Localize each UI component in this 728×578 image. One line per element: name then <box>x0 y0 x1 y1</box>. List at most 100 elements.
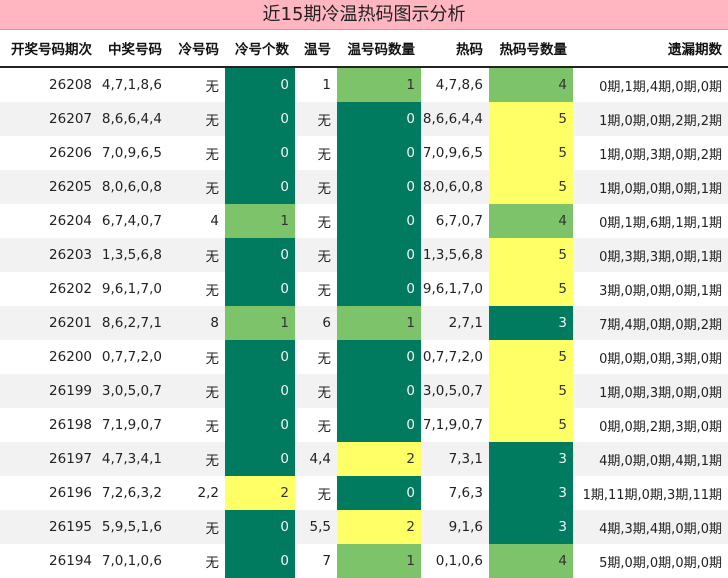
cell-warm-count: 0 <box>337 136 421 170</box>
cell-cold-count: 1 <box>225 306 295 340</box>
header-cold-count: 冷号个数 <box>225 30 295 68</box>
cell-missing-periods: 0期,1期,4期,0期,0期 <box>599 79 722 95</box>
cell-cold-count: 0 <box>225 442 295 476</box>
cell-warm-numbers: 无 <box>295 102 337 136</box>
cell-cold-count: 1 <box>225 204 295 238</box>
cell-warm-numbers: 5,5 <box>295 510 337 544</box>
cell-cold-count: 0 <box>225 510 295 544</box>
cell-hot-count: 5 <box>489 340 573 374</box>
cell-period: 26207 <box>0 102 98 136</box>
cell-hot-count: 3 <box>489 442 573 476</box>
cell-winning-numbers: 3,0,5,0,7 <box>98 374 168 408</box>
cell-period: 26208 <box>49 77 92 93</box>
cell-winning-numbers: 5,9,5,1,6 <box>98 510 168 544</box>
analysis-table: 开奖号码期次 中奖号码 冷号码 冷号个数 温号 温号码数量 热码 热码号数量 遗… <box>0 30 728 578</box>
cell-cold-count: 0 <box>225 102 295 136</box>
cell-warm-count: 0 <box>337 408 421 442</box>
cell-cold-count: 0 <box>225 544 295 578</box>
cell-missing-periods: 1期,0期,0期,2期,2期 <box>573 102 728 136</box>
cell-warm-numbers: 无 <box>317 283 332 299</box>
cell-cold-count: 0 <box>225 272 295 306</box>
cell-cold-count: 0 <box>225 136 295 170</box>
cell-warm-numbers: 无 <box>295 170 337 204</box>
cell-missing-periods: 7期,4期,0期,0期,2期 <box>573 306 728 340</box>
cell-hot-numbers: 6,7,0,7 <box>435 213 483 229</box>
cell-warm-count: 0 <box>337 374 421 408</box>
cell-warm-numbers: 无 <box>317 351 332 367</box>
cell-warm-numbers: 无 <box>317 215 332 231</box>
cell-cold-count: 2 <box>225 476 295 510</box>
cell-period: 26201 <box>0 306 98 340</box>
cell-warm-count: 2 <box>337 510 421 544</box>
cell-hot-count: 4 <box>489 544 573 578</box>
cell-warm-count: 0 <box>337 340 421 374</box>
cell-hot-numbers: 8,0,6,0,8 <box>421 170 489 204</box>
cell-cold-count: 0 <box>225 67 295 102</box>
cell-winning-numbers: 7,2,6,3,2 <box>101 485 162 501</box>
table-row: 26205 8,0,6,0,8 无 0 无 0 8,0,6,0,8 5 1期,0期,0期,0期,… <box>0 170 728 204</box>
cell-missing-periods: 1期,0期,3期,0期,2期 <box>599 147 722 163</box>
cell-missing-periods: 0期,3期,3期,0期,1期 <box>573 238 728 272</box>
table-row: 26203 1,3,5,6,8 无 0 无 0 1,3,5,6,8 5 0期,3期,3期,0期,… <box>0 238 728 272</box>
table-row: 26200 0,7,7,2,0 无 0 无 0 0,7,7,2,0 5 0期,0期,0期,3期,… <box>0 340 728 374</box>
cell-hot-count: 4 <box>489 204 573 238</box>
table-row: 26206 7,0,9,6,5 无 0 无 0 7,0,9,6,5 5 1期,0期,3期,0期,… <box>0 136 728 170</box>
cell-hot-numbers: 2,7,1 <box>421 306 489 340</box>
cell-warm-count: 0 <box>337 476 421 510</box>
cell-warm-count: 0 <box>337 102 421 136</box>
table-row: 26196 7,2,6,3,2 2,2 2 无 0 7,6,3 3 1期,11期,0期,3期,1… <box>0 476 728 510</box>
cell-winning-numbers: 0,7,7,2,0 <box>101 349 162 365</box>
cell-cold-numbers: 4 <box>210 213 219 229</box>
cell-warm-numbers: 无 <box>317 419 332 435</box>
cell-hot-numbers: 1,3,5,6,8 <box>421 238 489 272</box>
cell-missing-periods: 4期,3期,4期,0期,0期 <box>573 510 728 544</box>
cell-warm-count: 2 <box>337 442 421 476</box>
cell-hot-numbers: 7,1,9,0,7 <box>422 417 483 433</box>
cell-warm-numbers: 7 <box>322 553 331 569</box>
cell-warm-numbers: 无 <box>317 487 332 503</box>
cell-winning-numbers: 9,6,1,7,0 <box>101 281 162 297</box>
cell-hot-count: 5 <box>489 238 573 272</box>
header-warm-numbers: 温号 <box>295 30 337 68</box>
cell-period: 26204 <box>49 213 92 229</box>
cell-period: 26203 <box>0 238 98 272</box>
cell-cold-numbers: 无 <box>168 238 225 272</box>
cell-warm-count: 0 <box>337 170 421 204</box>
cell-missing-periods: 3期,0期,0期,0期,1期 <box>599 283 722 299</box>
cell-hot-numbers: 7,3,1 <box>421 442 489 476</box>
cell-winning-numbers: 4,7,3,4,1 <box>98 442 168 476</box>
cell-period: 26198 <box>49 417 92 433</box>
cell-period: 26194 <box>49 553 92 569</box>
cell-cold-numbers: 无 <box>205 555 220 571</box>
cell-hot-count: 4 <box>489 67 573 102</box>
cell-cold-numbers: 无 <box>205 79 220 95</box>
cell-hot-numbers: 4,7,8,6 <box>435 77 483 93</box>
cell-period: 26202 <box>49 281 92 297</box>
cell-hot-count: 3 <box>489 476 573 510</box>
cell-winning-numbers: 4,7,1,8,6 <box>101 77 162 93</box>
cell-hot-count: 5 <box>489 170 573 204</box>
cell-warm-numbers: 无 <box>317 147 332 163</box>
cell-period: 26205 <box>0 170 98 204</box>
cell-period: 26206 <box>49 145 92 161</box>
cell-period: 26199 <box>0 374 98 408</box>
header-warm-count: 温号码数量 <box>337 30 421 68</box>
cell-hot-count: 5 <box>489 374 573 408</box>
cell-hot-numbers: 0,7,7,2,0 <box>422 349 483 365</box>
table-row: 26208 4,7,1,8,6 无 0 1 1 4,7,8,6 4 0期,1期,4期,0期,0期 <box>0 67 728 102</box>
header-row: 开奖号码期次 中奖号码 冷号码 冷号个数 温号 温号码数量 热码 热码号数量 遗… <box>0 30 728 68</box>
header-cold-numbers: 冷号码 <box>168 30 225 68</box>
cell-cold-count: 0 <box>225 374 295 408</box>
cell-warm-count: 0 <box>337 204 421 238</box>
cell-missing-periods: 4期,0期,0期,4期,1期 <box>573 442 728 476</box>
cell-hot-count: 3 <box>489 510 573 544</box>
header-winning-numbers: 中奖号码 <box>98 30 168 68</box>
cell-warm-count: 1 <box>337 67 421 102</box>
cell-cold-count: 0 <box>225 170 295 204</box>
cell-missing-periods: 5期,0期,0期,0期,0期 <box>599 555 722 571</box>
cell-period: 26200 <box>49 349 92 365</box>
cell-cold-numbers: 无 <box>205 283 220 299</box>
cell-cold-numbers: 无 <box>205 147 220 163</box>
table-row: 26199 3,0,5,0,7 无 0 无 0 3,0,5,0,7 5 1期,0期,3期,0期,… <box>0 374 728 408</box>
cell-winning-numbers: 8,6,2,7,1 <box>98 306 168 340</box>
